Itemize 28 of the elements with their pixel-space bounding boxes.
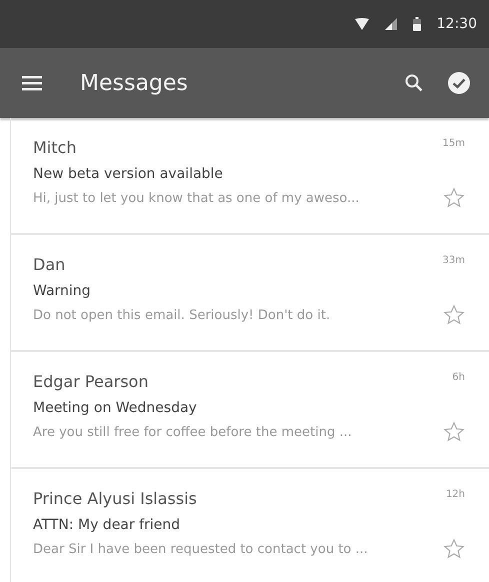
message-preview: Do not open this email. Seriously! Don't do it. (33, 307, 332, 325)
message-time: 6h (452, 371, 465, 385)
battery-icon (412, 17, 421, 31)
status-time: 12:30 (436, 14, 477, 34)
message-time: 12h (446, 488, 465, 502)
message-subject: Warning (33, 282, 92, 301)
star-button[interactable] (443, 421, 465, 443)
star-button[interactable] (443, 304, 465, 326)
message-preview: Are you still free for coffee before the meeting ... (33, 424, 353, 442)
message-preview: Dear Sir I have been requested to contact you to ... (33, 541, 369, 559)
select-all-button[interactable] (447, 71, 471, 95)
sender-name: Mitch (33, 137, 78, 159)
search-button[interactable] (405, 74, 423, 92)
sender-name: Dan (33, 254, 66, 276)
signal-icon (384, 18, 397, 30)
sender-name: Prince Alyusi Islassis (33, 488, 198, 510)
message-time: 15m (442, 137, 465, 151)
message-time: 33m (442, 254, 465, 268)
message-preview: Hi, just to let you know that as one of my aweso... (33, 190, 360, 208)
menu-button[interactable] (22, 75, 42, 91)
message-subject: ATTN: My dear friend (33, 516, 182, 535)
wifi-icon (354, 18, 369, 30)
message-subject: Meeting on Wednesday (33, 399, 198, 418)
sender-name: Edgar Pearson (33, 371, 150, 393)
star-button[interactable] (443, 187, 465, 209)
toolbar-title: Messages (80, 70, 188, 98)
message-subject: New beta version available (33, 165, 224, 184)
star-button[interactable] (443, 538, 465, 560)
